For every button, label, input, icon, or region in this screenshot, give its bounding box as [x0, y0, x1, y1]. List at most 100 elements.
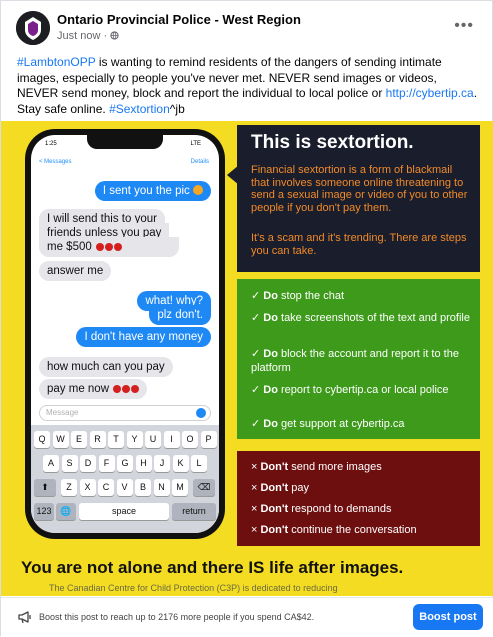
- phone-illustration: 1:25 LTE < Messages Details I sent you t…: [25, 129, 225, 539]
- red-circle-emoji-icon: [104, 243, 113, 251]
- donts-panel: × Don't send more images × Don't pay × D…: [237, 451, 480, 546]
- hashtag-lambtonopp[interactable]: #LambtonOPP: [17, 55, 96, 69]
- phone-screen: 1:25 LTE < Messages Details I sent you t…: [31, 135, 219, 533]
- key: I: [163, 431, 180, 448]
- do-item: ✓ Do get support at cybertip.ca: [251, 418, 405, 430]
- red-circle-emoji-icon: [113, 243, 122, 251]
- key: F: [98, 455, 115, 472]
- dont-label: Don't: [260, 461, 289, 473]
- key: O: [182, 431, 198, 448]
- key: W: [52, 431, 69, 448]
- dont-item: × Don't pay: [251, 482, 309, 494]
- post-image[interactable]: 1:25 LTE < Messages Details I sent you t…: [1, 121, 493, 596]
- key: J: [154, 455, 170, 472]
- post-meta: Just now ·: [57, 30, 119, 42]
- do-label: Do: [263, 348, 278, 360]
- microphone-icon: [196, 408, 206, 418]
- key: U: [145, 431, 161, 448]
- do-label: Do: [263, 418, 278, 430]
- info-title: This is sextortion.: [251, 132, 414, 153]
- timestamp[interactable]: Just now: [57, 30, 100, 42]
- dont-item: × Don't continue the conversation: [251, 524, 417, 536]
- key: C: [98, 479, 114, 496]
- do-item: ✓ Do block the account and report it to …: [251, 348, 459, 374]
- info-paragraph-1: Financial sextortion is a form of blackm…: [251, 164, 468, 214]
- do-text: stop the chat: [277, 290, 344, 302]
- key: T: [108, 431, 124, 448]
- key: Z: [61, 479, 77, 496]
- dos-panel: ✓ Do stop the chat ✓ Do take screenshots…: [237, 279, 480, 439]
- phone-notch: [87, 135, 163, 149]
- key: B: [135, 479, 151, 496]
- post-signoff: ^jb: [169, 101, 185, 116]
- key: K: [172, 455, 189, 472]
- numbers-key: 123: [34, 503, 54, 520]
- message-text: pay me now: [47, 383, 110, 395]
- message-bubble-out: I don't have any money: [76, 327, 211, 347]
- dont-label: Don't: [260, 503, 289, 515]
- details-link: Details: [190, 159, 209, 165]
- info-paragraph-2: It's a scam and it's trending. There are…: [251, 232, 467, 257]
- sad-face-emoji-icon: [193, 185, 203, 195]
- do-text: block the account and report it to the p…: [251, 348, 459, 374]
- dont-text: continue the conversation: [288, 524, 417, 536]
- message-bubble-in: how much can you pay: [39, 357, 173, 377]
- key: Q: [34, 431, 50, 448]
- key: M: [172, 479, 188, 496]
- red-circle-emoji-icon: [131, 385, 140, 393]
- status-signal: LTE: [190, 141, 201, 147]
- red-circle-emoji-icon: [122, 385, 131, 393]
- more-options-icon[interactable]: •••: [454, 17, 474, 35]
- do-text: get support at cybertip.ca: [277, 418, 405, 430]
- page-avatar[interactable]: [16, 11, 50, 45]
- do-item: ✓ Do report to cybertip.ca or local poli…: [251, 384, 449, 396]
- do-item: ✓ Do take screenshots of the text and pr…: [251, 312, 470, 324]
- do-item: ✓ Do stop the chat: [251, 290, 344, 302]
- space-key: space: [79, 503, 169, 520]
- key: X: [79, 479, 96, 496]
- input-placeholder: Message: [46, 408, 79, 417]
- key: P: [200, 431, 217, 448]
- boost-bar: Boost this post to reach up to 2176 more…: [1, 597, 493, 637]
- key: V: [116, 479, 133, 496]
- do-label: Do: [263, 312, 278, 324]
- key: L: [191, 455, 207, 472]
- boost-text: Boost this post to reach up to 2176 more…: [39, 612, 315, 622]
- key: H: [135, 455, 152, 472]
- cybertip-link[interactable]: http://cybertip.ca: [386, 86, 474, 100]
- dont-item: × Don't send more images: [251, 461, 382, 473]
- dont-text: pay: [288, 482, 309, 494]
- globe-icon: [110, 30, 119, 42]
- message-text: me $500: [47, 241, 92, 253]
- shift-key-icon: ⬆: [34, 479, 56, 496]
- image-headline: You are not alone and there IS life afte…: [21, 558, 404, 577]
- key: N: [153, 479, 170, 496]
- key: A: [43, 455, 59, 472]
- key: E: [71, 431, 87, 448]
- backspace-key-icon: ⌫: [193, 479, 215, 496]
- do-label: Do: [263, 384, 278, 396]
- do-label: Do: [263, 290, 278, 302]
- post-body-text: #LambtonOPP is wanting to remind residen…: [17, 55, 481, 117]
- message-bubble-in: pay me now: [39, 379, 148, 399]
- facebook-post: Ontario Provincial Police - West Region …: [0, 0, 493, 637]
- dont-text: respond to demands: [288, 503, 392, 515]
- page-name[interactable]: Ontario Provincial Police - West Region: [57, 12, 301, 27]
- dont-label: Don't: [260, 482, 289, 494]
- dont-label: Don't: [260, 524, 289, 536]
- boost-post-button[interactable]: Boost post: [413, 604, 483, 630]
- return-key: return: [172, 503, 216, 520]
- messages-back-link: < Messages: [39, 159, 72, 165]
- megaphone-icon: [17, 610, 33, 624]
- do-text: report to cybertip.ca or local police: [277, 384, 449, 396]
- hashtag-sextortion[interactable]: #Sextortion: [109, 102, 170, 116]
- key: G: [117, 455, 133, 472]
- status-time: 1:25: [45, 141, 57, 147]
- post-header: Ontario Provincial Police - West Region …: [1, 1, 493, 53]
- message-bubble-out: I sent you the pic: [94, 181, 211, 201]
- key: Y: [126, 431, 143, 448]
- red-circle-emoji-icon: [95, 243, 104, 251]
- key: R: [89, 431, 106, 448]
- keyboard: Q W E R T Y U I O P A S D F G H J K L ⬆ …: [31, 425, 219, 533]
- message-input: Message: [39, 405, 211, 421]
